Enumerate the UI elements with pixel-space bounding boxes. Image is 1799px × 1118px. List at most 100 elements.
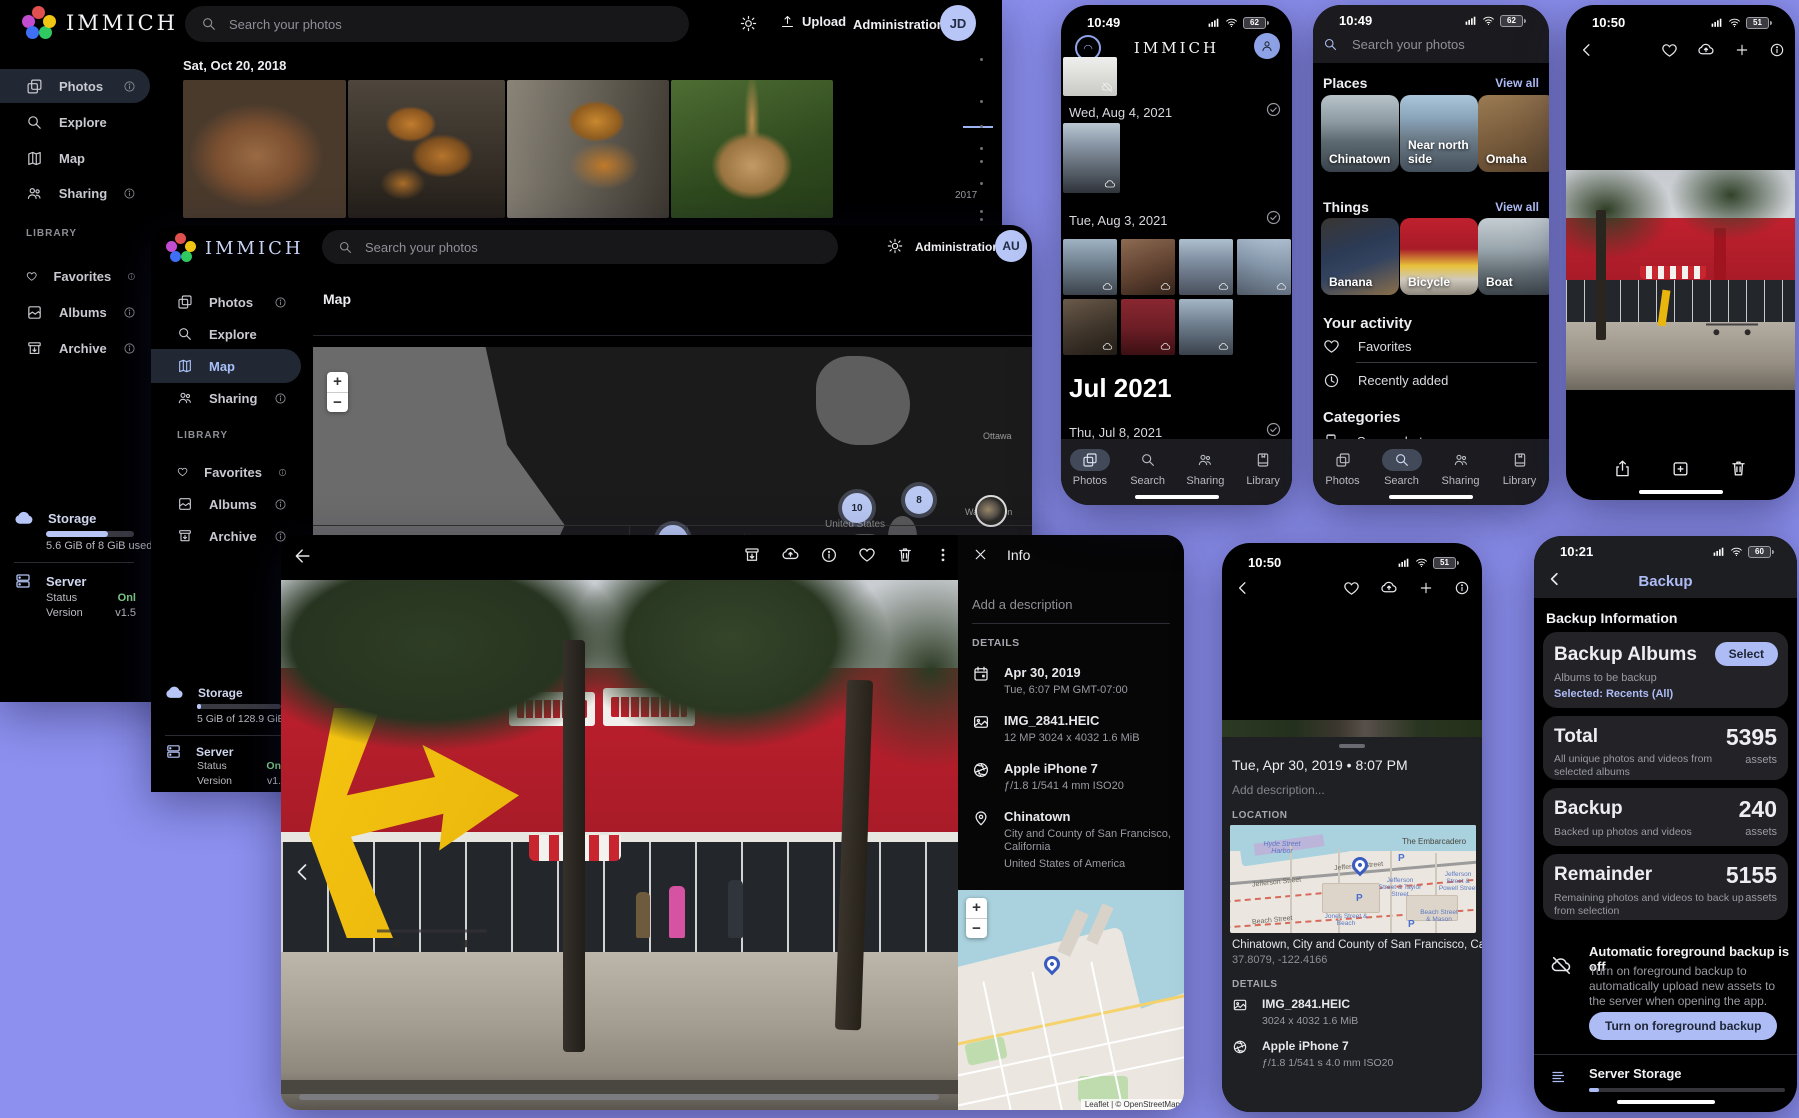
things-view-all-link[interactable]: View all [1495, 200, 1539, 214]
sidebar-item-favorites[interactable]: Favorites [151, 455, 301, 489]
thing-card-banana[interactable]: Banana [1321, 218, 1399, 295]
archive-icon[interactable] [743, 546, 761, 564]
close-icon[interactable] [972, 546, 989, 563]
home-indicator[interactable] [1389, 495, 1473, 499]
zoom-in-button[interactable]: + [327, 372, 348, 392]
app-logo[interactable]: IMMICH [22, 6, 178, 40]
photo-thumbnail[interactable] [671, 80, 833, 218]
theme-toggle-button[interactable] [887, 238, 903, 254]
info-icon[interactable] [123, 306, 136, 319]
thing-card-boat[interactable]: Boat [1478, 218, 1549, 295]
info-icon[interactable] [274, 392, 287, 405]
sidebar-item-archive[interactable]: Archive [151, 519, 301, 553]
info-icon[interactable] [123, 342, 136, 355]
home-indicator[interactable] [1639, 490, 1723, 494]
search-input[interactable]: Search your photos [185, 6, 689, 42]
photo-sliver[interactable] [1222, 720, 1482, 737]
plus-icon[interactable] [1734, 42, 1750, 58]
app-logo[interactable]: IMMICH [166, 233, 304, 263]
sidebar-item-photos[interactable]: Photos [151, 285, 301, 319]
photo-viewer[interactable] [1566, 170, 1795, 390]
administration-link[interactable]: Administration [915, 240, 1000, 254]
sheet-drag-handle[interactable] [1339, 744, 1365, 748]
sidebar-item-archive[interactable]: Archive [0, 331, 150, 365]
sidebar-item-explore[interactable]: Explore [0, 105, 150, 139]
profile-avatar[interactable] [1254, 33, 1280, 59]
theme-toggle-button[interactable] [740, 15, 757, 32]
map-cluster-marker[interactable]: 10 [842, 493, 872, 523]
photo-thumbnail[interactable] [1063, 239, 1117, 295]
back-button[interactable] [1546, 570, 1564, 588]
timeline-scrubber[interactable]: 2017 [955, 52, 997, 222]
thing-card-bicycle[interactable]: Bicycle [1400, 218, 1478, 295]
search-input[interactable]: Search your photos [322, 230, 838, 264]
administration-link[interactable]: Administration [853, 17, 945, 32]
activity-recently-added[interactable]: Recently added [1323, 372, 1448, 389]
photo-thumbnail[interactable] [1121, 239, 1175, 295]
sidebar-item-albums[interactable]: Albums [0, 295, 150, 329]
select-date-checkbox[interactable] [1265, 209, 1282, 226]
photo-thumbnail[interactable] [1179, 299, 1233, 355]
place-card-near-north-side[interactable]: Near north side [1400, 95, 1478, 172]
cloud-upload-icon[interactable] [1697, 41, 1715, 59]
map-cluster-marker[interactable]: 8 [905, 486, 933, 514]
location-map[interactable]: + − Leaflet | © OpenStreetMap [958, 890, 1184, 1110]
description-input[interactable]: Add a description [972, 597, 1072, 612]
photo-thumbnail[interactable] [1063, 57, 1117, 96]
cloud-upload-icon[interactable] [781, 545, 800, 564]
photo-thumbnail[interactable] [348, 80, 505, 218]
sidebar-item-favorites[interactable]: Favorites [0, 259, 150, 293]
back-button[interactable] [1578, 41, 1596, 59]
photo-viewer[interactable] [281, 580, 958, 1110]
zoom-out-button[interactable]: − [966, 918, 987, 938]
description-input[interactable]: Add description... [1232, 783, 1325, 797]
cloud-upload-icon[interactable] [1380, 579, 1398, 597]
place-card-chinatown[interactable]: Chinatown [1321, 95, 1399, 172]
detail-row-location[interactable]: Chinatown City and County of San Francis… [972, 809, 1171, 870]
select-albums-button[interactable]: Select [1715, 642, 1778, 666]
nav-library[interactable]: Library [1491, 449, 1549, 505]
places-view-all-link[interactable]: View all [1495, 76, 1539, 90]
previous-photo-button[interactable] [291, 860, 315, 884]
back-button[interactable] [1234, 579, 1252, 597]
sidebar-item-albums[interactable]: Albums [151, 487, 301, 521]
trash-icon[interactable] [896, 546, 914, 564]
info-icon[interactable] [123, 187, 136, 200]
nav-photos[interactable]: Photos [1314, 449, 1372, 505]
photo-scrubber[interactable] [299, 1094, 939, 1100]
sidebar-item-explore[interactable]: Explore [151, 317, 301, 351]
trash-icon[interactable] [1729, 459, 1748, 478]
info-icon[interactable] [274, 498, 287, 511]
select-date-checkbox[interactable] [1265, 421, 1282, 438]
activity-favorites[interactable]: Favorites [1323, 338, 1411, 355]
photo-thumbnail[interactable] [1121, 299, 1175, 355]
more-icon[interactable] [934, 546, 952, 564]
home-indicator[interactable] [1617, 1100, 1715, 1104]
favorite-icon[interactable] [858, 546, 876, 564]
home-indicator[interactable] [1135, 495, 1219, 499]
search-input[interactable]: Search your photos [1323, 37, 1465, 52]
select-date-checkbox[interactable] [1265, 101, 1282, 118]
user-avatar[interactable]: JD [940, 5, 976, 41]
sidebar-item-map[interactable]: Map [0, 141, 150, 175]
nav-library[interactable]: Library [1234, 449, 1292, 505]
map-photo-marker[interactable] [975, 495, 1007, 527]
photo-thumbnail[interactable] [183, 80, 346, 218]
info-icon[interactable] [1454, 580, 1470, 596]
info-icon[interactable] [278, 466, 287, 479]
place-card-omaha[interactable]: Omaha [1478, 95, 1549, 172]
share-icon[interactable] [1613, 459, 1632, 478]
upload-button[interactable]: Upload [780, 14, 846, 29]
info-bottom-sheet[interactable]: Tue, Apr 30, 2019 • 8:07 PM Add descript… [1222, 737, 1482, 1112]
plus-icon[interactable] [1418, 580, 1434, 596]
photo-thumbnail[interactable] [1063, 123, 1120, 193]
detail-back-button[interactable] [293, 546, 313, 566]
zoom-in-button[interactable]: + [966, 898, 987, 918]
info-icon[interactable] [123, 80, 136, 93]
info-icon[interactable] [274, 296, 287, 309]
map-zoom-control[interactable]: + − [966, 898, 987, 938]
map-zoom-control[interactable]: + − [327, 372, 348, 412]
photo-thumbnail[interactable] [1063, 299, 1117, 355]
sidebar-item-sharing[interactable]: Sharing [0, 176, 150, 210]
photo-thumbnail[interactable] [1179, 239, 1233, 295]
